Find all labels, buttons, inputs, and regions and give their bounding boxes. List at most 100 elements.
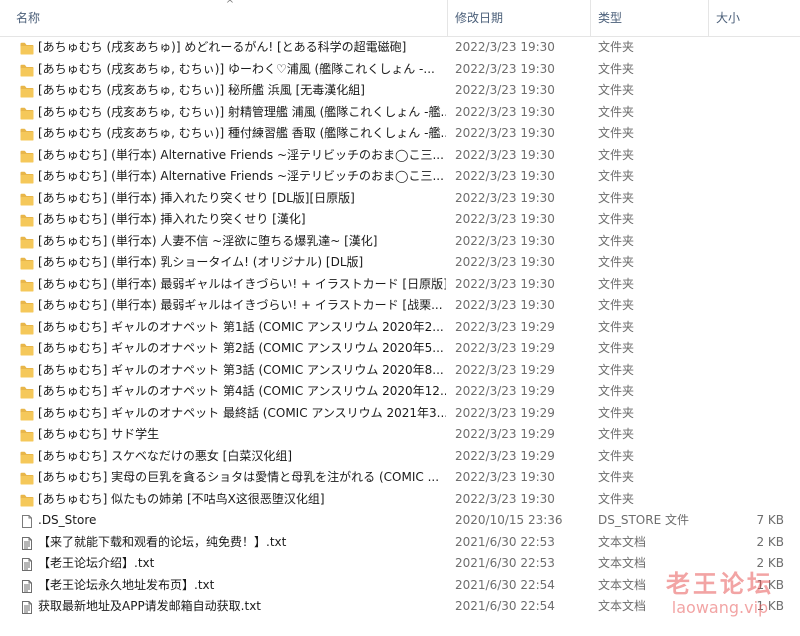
folder-icon (20, 278, 34, 291)
file-modified-date: 2022/3/23 19:30 (455, 40, 555, 54)
file-row[interactable]: 【老王论坛介绍】.txt 2021/6/30 22:53 文本文档 2 KB (0, 553, 800, 575)
file-name: [あちゅむち (戌亥あちゅ, むちぃ)] 種付練習艦 香取 (艦隊これくしょん … (38, 126, 446, 140)
file-name: 【老王论坛永久地址发布页】.txt (38, 577, 215, 592)
file-name: 【来了就能下载和观看的论坛，纯免费！】.txt (38, 534, 287, 549)
file-type: 文件夹 (598, 448, 635, 463)
file-row[interactable]: [あちゅむち] (単行本) 挿入れたり突くせり [漢化] 2022/3/23 19… (0, 209, 800, 231)
folder-icon (20, 407, 34, 420)
file-row[interactable]: [あちゅむち] スケベなだけの悪女 [白菜汉化组] 2022/3/23 19:29… (0, 446, 800, 468)
file-name: [あちゅむち (戌亥あちゅ, むちぃ)] 秘所艦 浜風 [无毒漢化組] (38, 83, 365, 97)
file-size: 2 KB (756, 534, 784, 549)
file-modified-date: 2021/6/30 22:53 (455, 556, 555, 570)
file-name: [あちゅむち] 実母の巨乳を貪るショタは愛情と母乳を注がれる (COMIC ..… (38, 470, 440, 484)
file-row[interactable]: [あちゅむち] (単行本) 最弱ギャルはイきづらい! + イラストカード [战栗… (0, 295, 800, 317)
file-type: 文件夹 (598, 83, 635, 97)
file-row[interactable]: 【来了就能下载和观看的论坛，纯免费！】.txt 2021/6/30 22:53 文本… (0, 532, 800, 554)
file-modified-date: 2022/3/23 19:29 (455, 341, 555, 355)
file-row[interactable]: [あちゅむち] (単行本) Alternative Friends ~淫テリビッ… (0, 166, 800, 188)
file-type: 文件夹 (598, 212, 635, 226)
file-row[interactable]: 【老王论坛永久地址发布页】.txt 2021/6/30 22:54 文本文档 1 KB (0, 575, 800, 597)
file-modified-date: 2022/3/23 19:30 (455, 470, 555, 484)
file-row[interactable]: [あちゅむち] (単行本) 挿入れたり突くせり [DL版][日原版] 2022/3… (0, 188, 800, 210)
file-modified-date: 2022/3/23 19:30 (455, 61, 555, 76)
file-modified-date: 2022/3/23 19:30 (455, 276, 555, 291)
file-name: .DS_Store (38, 513, 97, 527)
file-icon (20, 514, 34, 528)
file-type: 文件夹 (598, 276, 635, 291)
file-modified-date: 2022/3/23 19:29 (455, 384, 555, 398)
file-modified-date: 2022/3/23 19:30 (455, 169, 555, 183)
file-type: 文件夹 (598, 405, 635, 420)
file-name: [あちゅむち] (単行本) 乳ショータイム! (オリジナル) [DL版] (38, 255, 364, 269)
file-row[interactable]: [あちゅむち (戌亥あちゅ, むちぃ)] 射精管理艦 浦風 (艦隊これくしょん … (0, 102, 800, 124)
file-type: 文本文档 (598, 599, 647, 613)
file-modified-date: 2022/3/23 19:30 (455, 233, 555, 248)
text-file-icon (20, 557, 34, 571)
folder-icon (20, 428, 34, 442)
file-row[interactable]: [あちゅむち] ギャルのオナペット 第3話 (COMIC アンスリウム 2020… (0, 360, 800, 382)
folder-icon (20, 41, 34, 55)
file-row[interactable]: [あちゅむち] 似たもの姉弟 [不咕鸟X这很恶堕汉化组] 2022/3/23 19… (0, 489, 800, 511)
file-name: [あちゅむち] サド学生 (38, 427, 160, 441)
file-row[interactable]: [あちゅむち] (単行本) 最弱ギャルはイきづらい! + イラストカード [日原… (0, 274, 800, 296)
file-modified-date: 2022/3/23 19:29 (455, 319, 555, 334)
file-modified-date: 2022/3/23 19:30 (455, 298, 555, 312)
file-row[interactable]: [あちゅむち (戌亥あちゅ, むちぃ)] ゆーわく♡浦風 (艦隊これくしょん -… (0, 59, 800, 81)
file-type: 文件夹 (598, 255, 635, 269)
file-size: 1 KB (756, 599, 784, 613)
folder-icon (20, 450, 34, 463)
text-file-icon (20, 536, 34, 550)
file-name: [あちゅむち] ギャルのオナペット 第4話 (COMIC アンスリウム 2020… (38, 384, 446, 398)
file-row[interactable]: [あちゅむち (戌亥あちゅ)] めどれーるがん! [とある科学の超電磁砲] 202… (0, 37, 800, 59)
file-row[interactable]: [あちゅむち] ギャルのオナペット 最終話 (COMIC アンスリウム 2021… (0, 403, 800, 425)
file-type: 文件夹 (598, 384, 635, 398)
file-name: [あちゅむち (戌亥あちゅ)] めどれーるがん! [とある科学の超電磁砲] (38, 40, 407, 54)
file-row[interactable]: [あちゅむち] ギャルのオナペット 第4話 (COMIC アンスリウム 2020… (0, 381, 800, 403)
file-name: [あちゅむち] (単行本) 挿入れたり突くせり [漢化] (38, 212, 306, 226)
file-name: [あちゅむち] (単行本) Alternative Friends ~淫テリビッ… (38, 147, 444, 162)
file-row[interactable]: [あちゅむち (戌亥あちゅ, むちぃ)] 秘所艦 浜風 [无毒漢化組] 2022/… (0, 80, 800, 102)
file-type: 文件夹 (598, 190, 635, 205)
folder-icon (20, 192, 34, 205)
file-row[interactable]: 获取最新地址及APP请发邮箱自动获取.txt 2021/6/30 22:54 文本文… (0, 596, 800, 618)
file-modified-date: 2022/3/23 19:29 (455, 427, 555, 441)
file-row[interactable]: [あちゅむち (戌亥あちゅ, むちぃ)] 種付練習艦 香取 (艦隊これくしょん … (0, 123, 800, 145)
file-type: DS_STORE 文件 (598, 513, 689, 527)
file-type: 文件夹 (598, 319, 635, 334)
file-row[interactable]: [あちゅむち] (単行本) 乳ショータイム! (オリジナル) [DL版] 2022… (0, 252, 800, 274)
file-modified-date: 2022/3/23 19:30 (455, 190, 555, 205)
folder-icon (20, 106, 34, 119)
file-type: 文件夹 (598, 362, 635, 377)
text-file-icon (20, 579, 34, 593)
folder-icon (20, 471, 34, 485)
file-type: 文本文档 (598, 577, 647, 592)
file-row[interactable]: [あちゅむち] サド学生 2022/3/23 19:29 文件夹 (0, 424, 800, 446)
file-type: 文件夹 (598, 298, 635, 312)
file-row[interactable]: .DS_Store 2020/10/15 23:36 DS_STORE 文件 7 KB (0, 510, 800, 532)
column-header-name[interactable]: 名称 (8, 0, 448, 36)
file-row[interactable]: [あちゅむち] (単行本) Alternative Friends ~淫テリビッ… (0, 145, 800, 167)
file-type: 文件夹 (598, 341, 635, 355)
file-type: 文件夹 (598, 427, 635, 441)
file-modified-date: 2022/3/23 19:30 (455, 255, 555, 269)
column-header-type[interactable]: 类型 (590, 0, 708, 36)
folder-icon (20, 149, 34, 162)
file-row[interactable]: [あちゅむち] ギャルのオナペット 第1話 (COMIC アンスリウム 2020… (0, 317, 800, 339)
folder-icon (20, 256, 34, 270)
file-name: [あちゅむち] ギャルのオナペット 第2話 (COMIC アンスリウム 2020… (38, 341, 444, 355)
column-header-date[interactable]: 修改日期 (447, 0, 590, 36)
file-name: [あちゅむち] ギャルのオナペット 最終話 (COMIC アンスリウム 2021… (38, 405, 446, 420)
file-type: 文件夹 (598, 233, 635, 248)
file-type: 文本文档 (598, 556, 647, 570)
file-size: 7 KB (756, 513, 784, 527)
file-row[interactable]: [あちゅむち] ギャルのオナペット 第2話 (COMIC アンスリウム 2020… (0, 338, 800, 360)
file-name: [あちゅむち] (単行本) 挿入れたり突くせり [DL版][日原版] (38, 190, 355, 205)
folder-icon (20, 364, 34, 377)
column-header-size[interactable]: 大小 (708, 0, 800, 36)
file-row[interactable]: [あちゅむち] 実母の巨乳を貪るショタは愛情と母乳を注がれる (COMIC ..… (0, 467, 800, 489)
file-row[interactable]: [あちゅむち] (単行本) 人妻不信 ~淫欲に堕ちる爆乳達~ [漢化] 2022/… (0, 231, 800, 253)
file-name: [あちゅむち] スケベなだけの悪女 [白菜汉化组] (38, 448, 292, 463)
folder-icon (20, 170, 34, 184)
file-name: [あちゅむち] (単行本) 人妻不信 ~淫欲に堕ちる爆乳達~ [漢化] (38, 233, 378, 248)
folder-icon (20, 127, 34, 141)
